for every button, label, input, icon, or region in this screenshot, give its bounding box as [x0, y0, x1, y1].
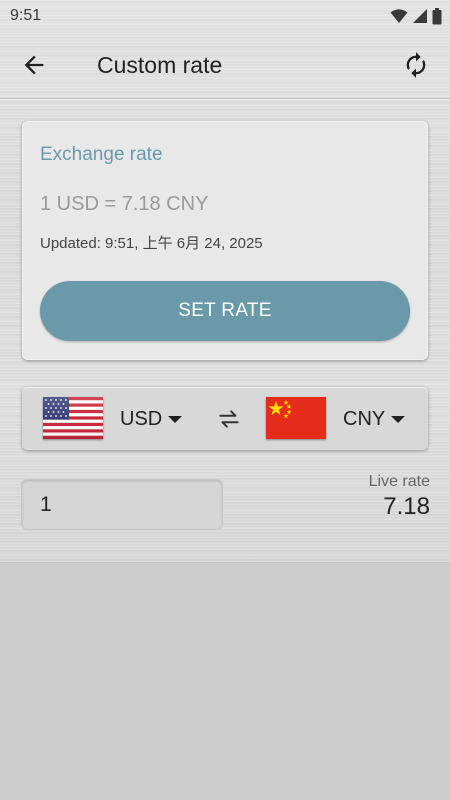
updated-timestamp: Updated: 9:51, 上午 6月 24, 2025: [40, 235, 263, 252]
battery-icon: [432, 7, 442, 24]
status-time: 9:51: [10, 7, 42, 24]
refresh-icon[interactable]: [402, 51, 430, 79]
live-rate-label: Live rate: [368, 473, 430, 490]
arrow-back-icon[interactable]: [20, 51, 48, 79]
wifi-icon: [390, 9, 408, 23]
from-currency-code: USD: [120, 407, 163, 430]
amount-input[interactable]: [21, 479, 223, 530]
exchange-rate-card: Exchange rate 1 USD = 7.18 CNY Updated: …: [22, 121, 428, 360]
live-rate-value: 7.18: [383, 493, 430, 520]
china-flag-icon[interactable]: [266, 397, 326, 439]
from-currency-dropdown[interactable]: USD: [120, 405, 183, 433]
cellular-signal-icon: [413, 9, 427, 23]
status-bar: 9:51: [0, 0, 450, 32]
page-title: Custom rate: [97, 52, 223, 78]
currency-selector: USD CNY: [22, 387, 428, 450]
status-icons: [390, 7, 442, 25]
app-bar: Custom rate: [0, 32, 450, 98]
us-flag-icon[interactable]: [43, 397, 103, 439]
app-bar-divider: [0, 98, 450, 99]
swap-arrows-icon[interactable]: [216, 406, 242, 432]
card-heading: Exchange rate: [40, 144, 163, 165]
chevron-down-icon: [391, 415, 406, 423]
to-currency-dropdown[interactable]: CNY: [343, 405, 406, 433]
exchange-rate-text: 1 USD = 7.18 CNY: [40, 193, 209, 215]
to-currency-code: CNY: [343, 407, 386, 430]
chevron-down-icon: [168, 415, 183, 423]
set-rate-button[interactable]: SET RATE: [40, 281, 410, 341]
